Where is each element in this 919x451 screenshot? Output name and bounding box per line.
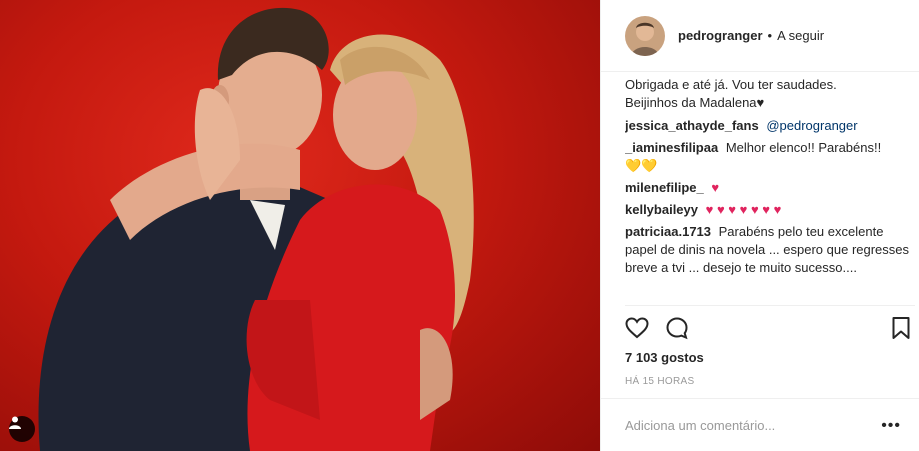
avatar[interactable] [625, 15, 665, 56]
comment-item: jessica_athayde_fans @pedrogranger [625, 117, 915, 135]
more-options-button[interactable]: ••• [881, 417, 901, 435]
bookmark-icon[interactable] [891, 316, 911, 340]
instagram-post: pedrogranger • A seguir Obrigada e até j… [0, 0, 919, 451]
comment-username[interactable]: kellybaileyy [625, 202, 698, 217]
comment-mention[interactable]: @pedrogranger [766, 118, 857, 133]
post-username[interactable]: pedrogranger [678, 28, 763, 43]
caption-line-1: Obrigada e até já. Vou ter saudades. [625, 77, 837, 92]
add-comment-bar: ••• [601, 398, 919, 451]
user-tag-icon [9, 416, 21, 429]
comment-item: milenefilipe_ ♥ [625, 179, 915, 197]
comment-username[interactable]: _iaminesfilipaa [625, 140, 718, 155]
post-timestamp[interactable]: HÁ 15 HORAS [625, 376, 694, 387]
comment-username[interactable]: patriciaa.1713 [625, 224, 711, 239]
comment-username[interactable]: jessica_athayde_fans [625, 118, 759, 133]
following-button[interactable]: A seguir [777, 28, 824, 43]
comment-item: kellybaileyy ♥ ♥ ♥ ♥ ♥ ♥ ♥ [625, 201, 915, 219]
comment-emoji: 💛💛 [625, 158, 658, 173]
comments-list: Obrigada e até já. Vou ter saudades. Bei… [625, 76, 915, 306]
caption-line-2: Beijinhos da Madalena♥ [625, 95, 765, 110]
photo-illustration [38, 7, 474, 451]
heart-outline-icon[interactable] [625, 316, 649, 340]
divider [625, 305, 915, 306]
comment-bubble-icon[interactable] [665, 316, 689, 340]
post-header: pedrogranger • A seguir [601, 0, 919, 72]
comment-text: ♥ [711, 180, 720, 195]
separator-dot: • [767, 28, 773, 43]
comment-item: patriciaa.1713 Parabéns pelo teu excelen… [625, 223, 915, 277]
post-actions [625, 316, 915, 342]
comment-text: ♥ ♥ ♥ ♥ ♥ ♥ ♥ [705, 202, 782, 217]
avatar-image [625, 15, 665, 56]
add-comment-input[interactable] [625, 417, 865, 433]
post-side-panel: pedrogranger • A seguir Obrigada e até j… [600, 0, 919, 451]
comment-text: Melhor elenco!! Parabéns!! [725, 140, 882, 155]
comment-username[interactable]: milenefilipe_ [625, 180, 704, 195]
comment-item: _iaminesfilipaa Melhor elenco!! Parabéns… [625, 139, 915, 175]
post-photo[interactable] [0, 0, 600, 451]
likes-count[interactable]: 7 103 gostos [625, 350, 704, 365]
user-tag-button[interactable] [9, 416, 35, 442]
post-caption: Obrigada e até já. Vou ter saudades. Bei… [625, 76, 915, 112]
